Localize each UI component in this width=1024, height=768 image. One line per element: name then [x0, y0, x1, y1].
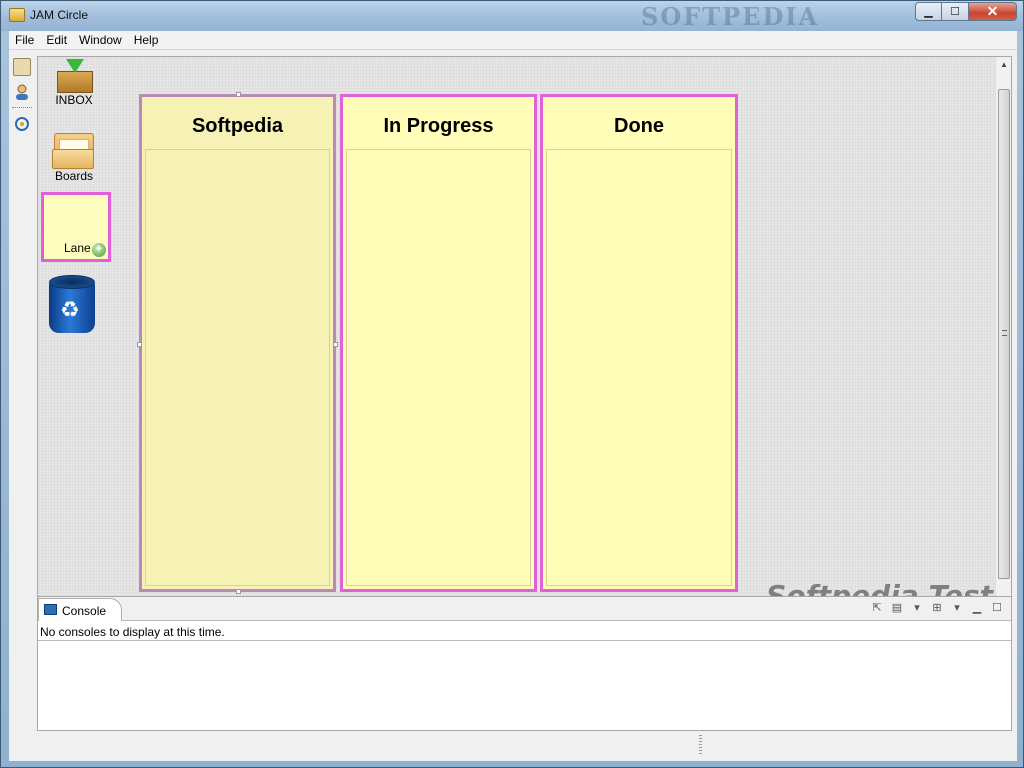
menu-edit[interactable]: Edit: [40, 31, 73, 49]
scroll-up-icon[interactable]: ▲: [1000, 60, 1008, 69]
board-icon[interactable]: [13, 58, 31, 76]
display-console-icon[interactable]: ▤: [889, 600, 905, 616]
menu-help[interactable]: Help: [128, 31, 165, 49]
title-bar[interactable]: JAM Circle SOFTPEDIA ▁ ☐ ✕: [1, 1, 1023, 31]
inbox-icon: [53, 59, 95, 93]
console-tab-label: Console: [62, 604, 107, 618]
menu-file[interactable]: File: [9, 31, 40, 49]
app-window: JAM Circle SOFTPEDIA ▁ ☐ ✕ File Edit Win…: [0, 0, 1024, 768]
lane-in-progress[interactable]: In Progress: [340, 94, 537, 592]
lane-body[interactable]: [546, 149, 732, 586]
resize-handle[interactable]: [236, 589, 241, 594]
boards-label: Boards: [54, 169, 94, 183]
folder-icon: [52, 129, 96, 169]
minimize-button[interactable]: ▁: [915, 2, 942, 21]
resize-handle[interactable]: [137, 342, 142, 347]
open-console-icon[interactable]: ⊞: [929, 600, 945, 616]
menu-bar: File Edit Window Help: [9, 31, 1017, 50]
divider: [38, 640, 1011, 641]
window-title: JAM Circle: [30, 8, 89, 22]
dropdown-icon[interactable]: ▾: [909, 600, 925, 616]
vertical-scrollbar[interactable]: ▲ ▼: [995, 57, 1011, 620]
menu-window[interactable]: Window: [73, 31, 128, 49]
palette-inbox[interactable]: INBOX: [46, 59, 102, 107]
maximize-button[interactable]: ☐: [942, 2, 969, 21]
console-icon: [44, 604, 57, 615]
add-lane-icon[interactable]: +: [92, 243, 106, 257]
lane-done[interactable]: Done: [540, 94, 738, 592]
board-canvas[interactable]: INBOX Boards Lane + ♻ Softpedia In Progr…: [37, 56, 1012, 621]
palette-boards[interactable]: Boards: [46, 129, 102, 183]
app-icon: [9, 8, 25, 22]
close-button[interactable]: ✕: [969, 2, 1017, 21]
resize-handle[interactable]: [236, 92, 241, 97]
lane-body[interactable]: [145, 149, 330, 586]
client-area: File Edit Window Help INBOX Boards Lane …: [9, 31, 1017, 761]
status-bar: [9, 731, 1017, 761]
console-panel: Console ⇱ ▤ ▾ ⊞ ▾ ▁ ☐ No consoles to dis…: [37, 596, 1012, 731]
title-watermark: SOFTPEDIA: [641, 2, 820, 31]
side-toolbar: [9, 55, 35, 175]
resize-handle[interactable]: [333, 342, 338, 347]
lane-title[interactable]: Done: [543, 115, 735, 138]
scroll-thumb[interactable]: [998, 89, 1010, 579]
dropdown-icon[interactable]: ▾: [949, 600, 965, 616]
maximize-view-icon[interactable]: ☐: [989, 600, 1005, 616]
lane-title[interactable]: Softpedia: [142, 115, 333, 138]
toolbar-separator: [12, 107, 32, 108]
lane-label: Lane: [64, 241, 91, 255]
status-grip[interactable]: [699, 735, 702, 755]
tab-console[interactable]: Console: [38, 598, 122, 621]
lane-body[interactable]: [346, 149, 531, 586]
palette-lane[interactable]: Lane +: [41, 192, 111, 262]
lane-title[interactable]: In Progress: [343, 115, 534, 138]
console-tabbar: Console ⇱ ▤ ▾ ⊞ ▾ ▁ ☐: [38, 597, 1011, 621]
console-message: No consoles to display at this time.: [40, 625, 225, 639]
minimize-view-icon[interactable]: ▁: [969, 600, 985, 616]
activity-icon[interactable]: [13, 115, 31, 133]
pin-console-icon[interactable]: ⇱: [869, 600, 885, 616]
user-icon[interactable]: [13, 83, 31, 101]
inbox-label: INBOX: [55, 93, 93, 107]
recycle-bin[interactable]: ♻: [49, 275, 95, 335]
recycle-icon: ♻: [60, 297, 80, 322]
lane-softpedia[interactable]: Softpedia: [137, 92, 338, 594]
